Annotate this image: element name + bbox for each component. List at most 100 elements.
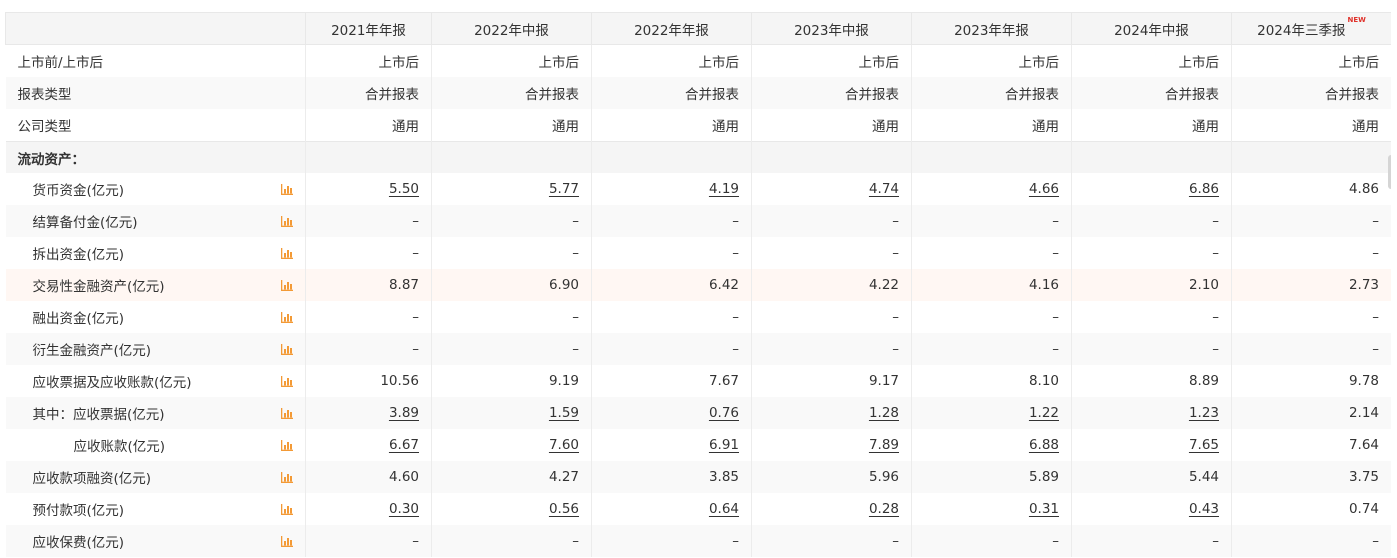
column-header-2023-interim[interactable]: 2023年中报 xyxy=(751,12,912,45)
value-cell[interactable]: 6.86 xyxy=(1071,173,1232,205)
value-cell[interactable]: 0.31 xyxy=(911,493,1072,525)
bar-chart-icon[interactable] xyxy=(281,503,293,515)
column-header-2022-annual[interactable]: 2022年年报 xyxy=(591,12,752,45)
column-header-2024-interim[interactable]: 2024年中报 xyxy=(1071,12,1232,45)
value-text: 4.27 xyxy=(548,469,579,485)
value-cell: – xyxy=(751,237,912,269)
value-cell[interactable]: 0.30 xyxy=(305,493,432,525)
row-label: 交易性金融资产(亿元) xyxy=(32,279,165,295)
value-text: 3.75 xyxy=(1348,469,1379,485)
value-link[interactable]: 0.76 xyxy=(709,405,739,421)
value-link[interactable]: 0.56 xyxy=(549,501,579,517)
value-cell: – xyxy=(1071,301,1232,333)
value-cell: 8.87 xyxy=(305,269,432,301)
bar-chart-icon[interactable] xyxy=(281,183,293,195)
value-cell[interactable]: 6.67 xyxy=(305,429,432,461)
value-link[interactable]: 4.66 xyxy=(1029,181,1059,197)
value-link[interactable]: 6.86 xyxy=(1189,181,1219,197)
value-cell: 3.85 xyxy=(591,461,752,493)
value-text: – xyxy=(412,213,419,229)
value-text: 7.67 xyxy=(708,373,739,389)
value-link[interactable]: 0.64 xyxy=(709,501,739,517)
value-cell[interactable]: 7.60 xyxy=(431,429,592,461)
value-link[interactable]: 1.59 xyxy=(549,405,579,421)
meta-cell: 上市后 xyxy=(751,44,912,77)
section-empty-cell xyxy=(911,141,1072,173)
bar-chart-icon[interactable] xyxy=(281,375,293,387)
column-header-2024-q3[interactable]: 2024年三季报NEW xyxy=(1231,12,1391,45)
value-link[interactable]: 0.30 xyxy=(389,501,419,517)
value-cell: 2.73 xyxy=(1231,269,1391,301)
bar-chart-icon[interactable] xyxy=(281,535,293,547)
bar-chart-icon[interactable] xyxy=(281,439,293,451)
value-cell: – xyxy=(431,237,592,269)
value-cell[interactable]: 1.22 xyxy=(911,397,1072,429)
value-link[interactable]: 6.67 xyxy=(389,437,419,453)
vertical-scrollbar-thumb[interactable] xyxy=(1388,155,1391,189)
value-cell[interactable]: 0.28 xyxy=(751,493,912,525)
value-cell[interactable]: 7.65 xyxy=(1071,429,1232,461)
value-cell: – xyxy=(431,301,592,333)
value-text: – xyxy=(1372,309,1379,325)
value-link[interactable]: 5.50 xyxy=(389,181,419,197)
value-cell[interactable]: 5.50 xyxy=(305,173,432,205)
value-cell[interactable]: 0.64 xyxy=(591,493,752,525)
value-cell: 9.17 xyxy=(751,365,912,397)
value-cell[interactable]: 3.89 xyxy=(305,397,432,429)
value-link[interactable]: 7.89 xyxy=(869,437,899,453)
value-cell: 7.67 xyxy=(591,365,752,397)
value-link[interactable]: 7.65 xyxy=(1189,437,1219,453)
bar-chart-icon[interactable] xyxy=(281,343,293,355)
bar-chart-icon[interactable] xyxy=(281,247,293,259)
value-cell[interactable]: 6.88 xyxy=(911,429,1072,461)
value-cell[interactable]: 4.19 xyxy=(591,173,752,205)
bar-chart-icon[interactable] xyxy=(281,471,293,483)
column-header-2021-annual[interactable]: 2021年年报 xyxy=(305,12,432,45)
bar-chart-icon[interactable] xyxy=(281,215,293,227)
value-cell[interactable]: 0.76 xyxy=(591,397,752,429)
value-link[interactable]: 0.28 xyxy=(869,501,899,517)
value-link[interactable]: 0.31 xyxy=(1029,501,1059,517)
value-link[interactable]: 1.23 xyxy=(1189,405,1219,421)
column-header-2022-interim[interactable]: 2022年中报 xyxy=(431,12,592,45)
value-text: – xyxy=(412,245,419,261)
row-label: 融出资金(亿元) xyxy=(32,311,125,327)
value-link[interactable]: 1.22 xyxy=(1029,405,1059,421)
column-header-2023-annual[interactable]: 2023年年报 xyxy=(911,12,1072,45)
value-link[interactable]: 6.91 xyxy=(709,437,739,453)
value-cell[interactable]: 5.77 xyxy=(431,173,592,205)
value-cell: – xyxy=(1231,301,1391,333)
value-cell: 5.44 xyxy=(1071,461,1232,493)
value-link[interactable]: 0.43 xyxy=(1189,501,1219,517)
header-row: 2021年年报 2022年中报 2022年年报 2023年中报 2023年年报 … xyxy=(5,12,1391,45)
value-link[interactable]: 3.89 xyxy=(389,405,419,421)
meta-row: 公司类型 通用 通用 通用 通用 通用 通用 通用 xyxy=(5,109,1391,142)
value-link[interactable]: 7.60 xyxy=(549,437,579,453)
value-text: – xyxy=(892,245,899,261)
value-cell[interactable]: 4.66 xyxy=(911,173,1072,205)
value-cell: – xyxy=(431,525,592,557)
value-cell[interactable]: 1.23 xyxy=(1071,397,1232,429)
value-cell[interactable]: 0.56 xyxy=(431,493,592,525)
value-link[interactable]: 4.19 xyxy=(709,181,739,197)
value-cell[interactable]: 1.59 xyxy=(431,397,592,429)
section-empty-cell xyxy=(1071,141,1232,173)
value-cell[interactable]: 7.89 xyxy=(751,429,912,461)
bar-chart-icon[interactable] xyxy=(281,407,293,419)
value-cell: 9.78 xyxy=(1231,365,1391,397)
value-cell[interactable]: 4.74 xyxy=(751,173,912,205)
bar-chart-icon[interactable] xyxy=(281,311,293,323)
value-text: 8.10 xyxy=(1028,373,1059,389)
row-label-cell: 应收款项融资(亿元) xyxy=(5,461,306,493)
value-cell[interactable]: 1.28 xyxy=(751,397,912,429)
value-link[interactable]: 4.74 xyxy=(869,181,899,197)
value-cell: 5.96 xyxy=(751,461,912,493)
value-cell[interactable]: 0.43 xyxy=(1071,493,1232,525)
table-row: 衍生金融资产(亿元) – – – – – – – xyxy=(5,333,1391,365)
value-link[interactable]: 1.28 xyxy=(869,405,899,421)
value-link[interactable]: 5.77 xyxy=(549,181,579,197)
value-cell: – xyxy=(591,301,752,333)
value-link[interactable]: 6.88 xyxy=(1029,437,1059,453)
bar-chart-icon[interactable] xyxy=(281,279,293,291)
value-cell[interactable]: 6.91 xyxy=(591,429,752,461)
